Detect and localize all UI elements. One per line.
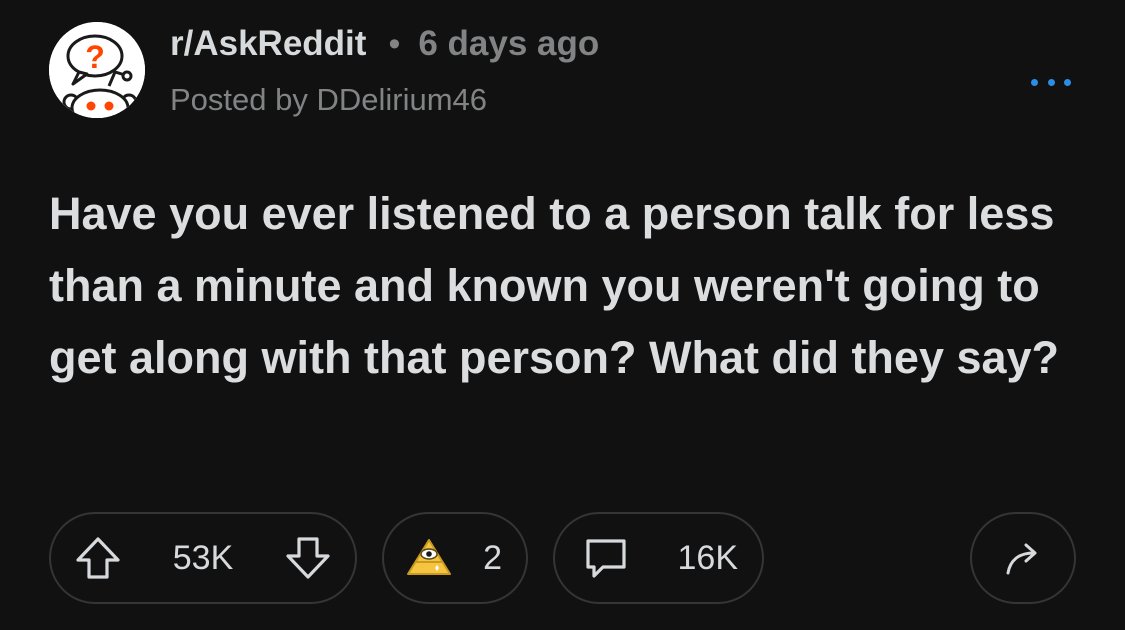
more-options-icon[interactable] [1031,74,1071,90]
awards-count: 2 [483,538,502,577]
post-time: 6 days ago [418,24,600,63]
vote-score: 53K [172,538,234,577]
comment-bubble-icon [581,533,631,583]
more-dot [1031,78,1038,86]
more-dot [1047,78,1055,86]
askreddit-snoo-icon: ? [49,22,145,118]
upvote-arrow-icon[interactable] [73,533,123,583]
all-seeing-upvote-award-icon [404,536,454,580]
downvote-arrow-icon[interactable] [283,533,333,583]
post-title[interactable]: Have you ever listened to a person talk … [49,178,1089,394]
share-arrow-icon [998,533,1048,583]
separator-dot: • [388,24,401,63]
share-button[interactable] [970,512,1076,604]
subreddit-name[interactable]: r/AskReddit [170,24,366,64]
subreddit-avatar[interactable]: ? [49,22,145,118]
more-dot [1064,78,1071,86]
comments-count: 16K [677,538,739,577]
svg-text:?: ? [85,39,105,75]
comments-button[interactable]: 16K [553,512,764,604]
posted-by[interactable]: Posted by DDelirium46 [170,82,487,118]
post-meta: r/AskReddit • 6 days ago [170,22,599,66]
vote-controls: 53K [49,512,357,604]
awards-button[interactable]: 2 [382,512,528,604]
